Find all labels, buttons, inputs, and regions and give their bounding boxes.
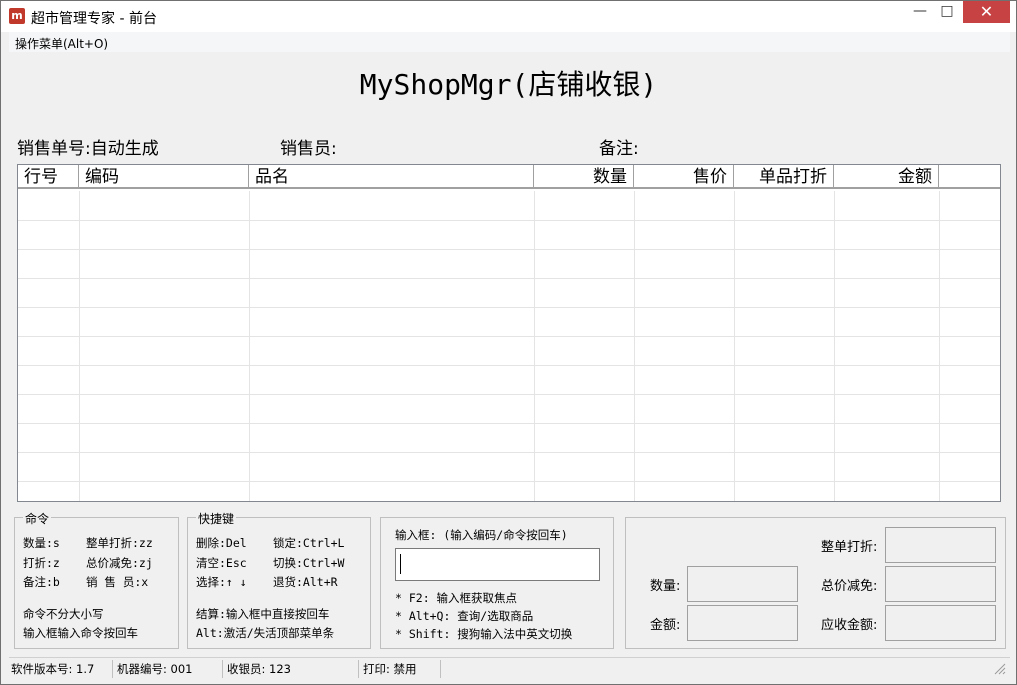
amount-total-field [687,605,798,641]
code-command-input[interactable] [395,548,600,581]
command-quantity: 数量:s [23,536,60,550]
command-total-reduction: 总价减免:zj [86,556,153,570]
title-bar[interactable]: m 超市管理专家 - 前台 — □ ✕ [1,1,1016,32]
col-header-price[interactable]: 售价 [634,165,734,187]
minimize-button[interactable]: — [906,1,934,23]
input-label: 输入框: (输入编码/命令按回车) [395,528,568,542]
col-header-row-no[interactable]: 行号 [18,165,79,187]
col-header-quantity[interactable]: 数量 [534,165,634,187]
commands-group: 命令 数量:s 整单打折:zz 打折:z 总价减免:zj 备注:b 销 售 员:… [14,510,179,649]
col-header-amount[interactable]: 金额 [834,165,939,187]
status-bar: 软件版本号: 1.7 机器编号: 001 收银员: 123 打印: 禁用 [9,657,1010,679]
shortcut-return: 退货:Alt+R [273,575,338,589]
whole-discount-field [885,527,996,563]
shortcut-select: 选择:↑ ↓ [196,575,247,589]
shortcuts-group: 快捷键 删除:Del 锁定:Ctrl+L 清空:Esc 切换:Ctrl+W 选择… [187,510,371,649]
shortcut-settle: 结算:输入框中直接按回车 [196,607,330,621]
salesperson-label: 销售员: [280,139,337,159]
menu-bar: 操作菜单(Alt+O) [9,32,1010,52]
remark-label: 备注: [599,139,639,159]
col-header-code[interactable]: 编码 [79,165,249,187]
sale-number-label: 销售单号:自动生成 [17,139,159,159]
command-whole-discount: 整单打折:zz [86,536,153,550]
shortcut-lock: 锁定:Ctrl+L [273,536,345,550]
menu-operations[interactable]: 操作菜单(Alt+O) [15,35,108,52]
shortcut-switch: 切换:Ctrl+W [273,556,345,570]
app-window: m 超市管理专家 - 前台 — □ ✕ 操作菜单(Alt+O) MyShopMg… [0,0,1017,685]
receivable-field [885,605,996,641]
status-cashier: 收银员: 123 [225,660,359,678]
text-caret [400,554,401,574]
app-icon: m [9,8,25,24]
total-reduction-field [885,566,996,602]
hint-f2: * F2: 输入框获取焦点 [395,591,518,605]
total-reduction-label: 总价减免: [821,579,878,594]
status-machine: 机器编号: 001 [115,660,223,678]
close-button[interactable]: ✕ [963,1,1010,23]
commands-note-case: 命令不分大小写 [23,607,104,621]
hint-alt-q: * Alt+Q: 查询/选取商品 [395,609,534,623]
shortcut-clear: 清空:Esc [196,556,247,570]
command-salesperson: 销 售 员:x [86,575,149,589]
input-panel: 输入框: (输入编码/命令按回车) * F2: 输入框获取焦点 * Alt+Q:… [380,517,614,649]
status-print: 打印: 禁用 [361,660,441,678]
maximize-button[interactable]: □ [933,1,961,23]
grid-body[interactable] [18,191,1000,501]
command-remark: 备注:b [23,575,60,589]
whole-discount-label: 整单打折: [821,540,878,555]
resize-grip-icon[interactable] [994,663,1006,675]
status-version: 软件版本号: 1.7 [9,660,113,678]
amount-total-label: 金额: [650,618,681,633]
commands-note-enter: 输入框输入命令按回车 [23,626,138,640]
receivable-label: 应收金额: [821,618,878,633]
quantity-total-field [687,566,798,602]
shortcuts-group-title: 快捷键 [196,510,237,527]
quantity-total-label: 数量: [650,579,681,594]
hint-shift: * Shift: 搜狗输入法中英文切换 [395,627,573,641]
shortcut-alt-menu: Alt:激活/失活顶部菜单条 [196,626,335,640]
page-title: MyShopMgr(店铺收银) [359,68,658,101]
window-title: 超市管理专家 - 前台 [31,11,157,27]
summary-panel: 数量: 金额: 整单打折: 总价减免: 应收金额: [625,517,1006,649]
command-discount: 打折:z [23,556,60,570]
sales-grid[interactable]: 行号 编码 品名 数量 售价 单品打折 金额 [17,164,1001,502]
col-header-name[interactable]: 品名 [249,165,534,187]
shortcut-delete: 删除:Del [196,536,247,550]
grid-header: 行号 编码 品名 数量 售价 单品打折 金额 [18,165,1000,189]
col-header-item-discount[interactable]: 单品打折 [734,165,834,187]
commands-group-title: 命令 [23,510,52,527]
